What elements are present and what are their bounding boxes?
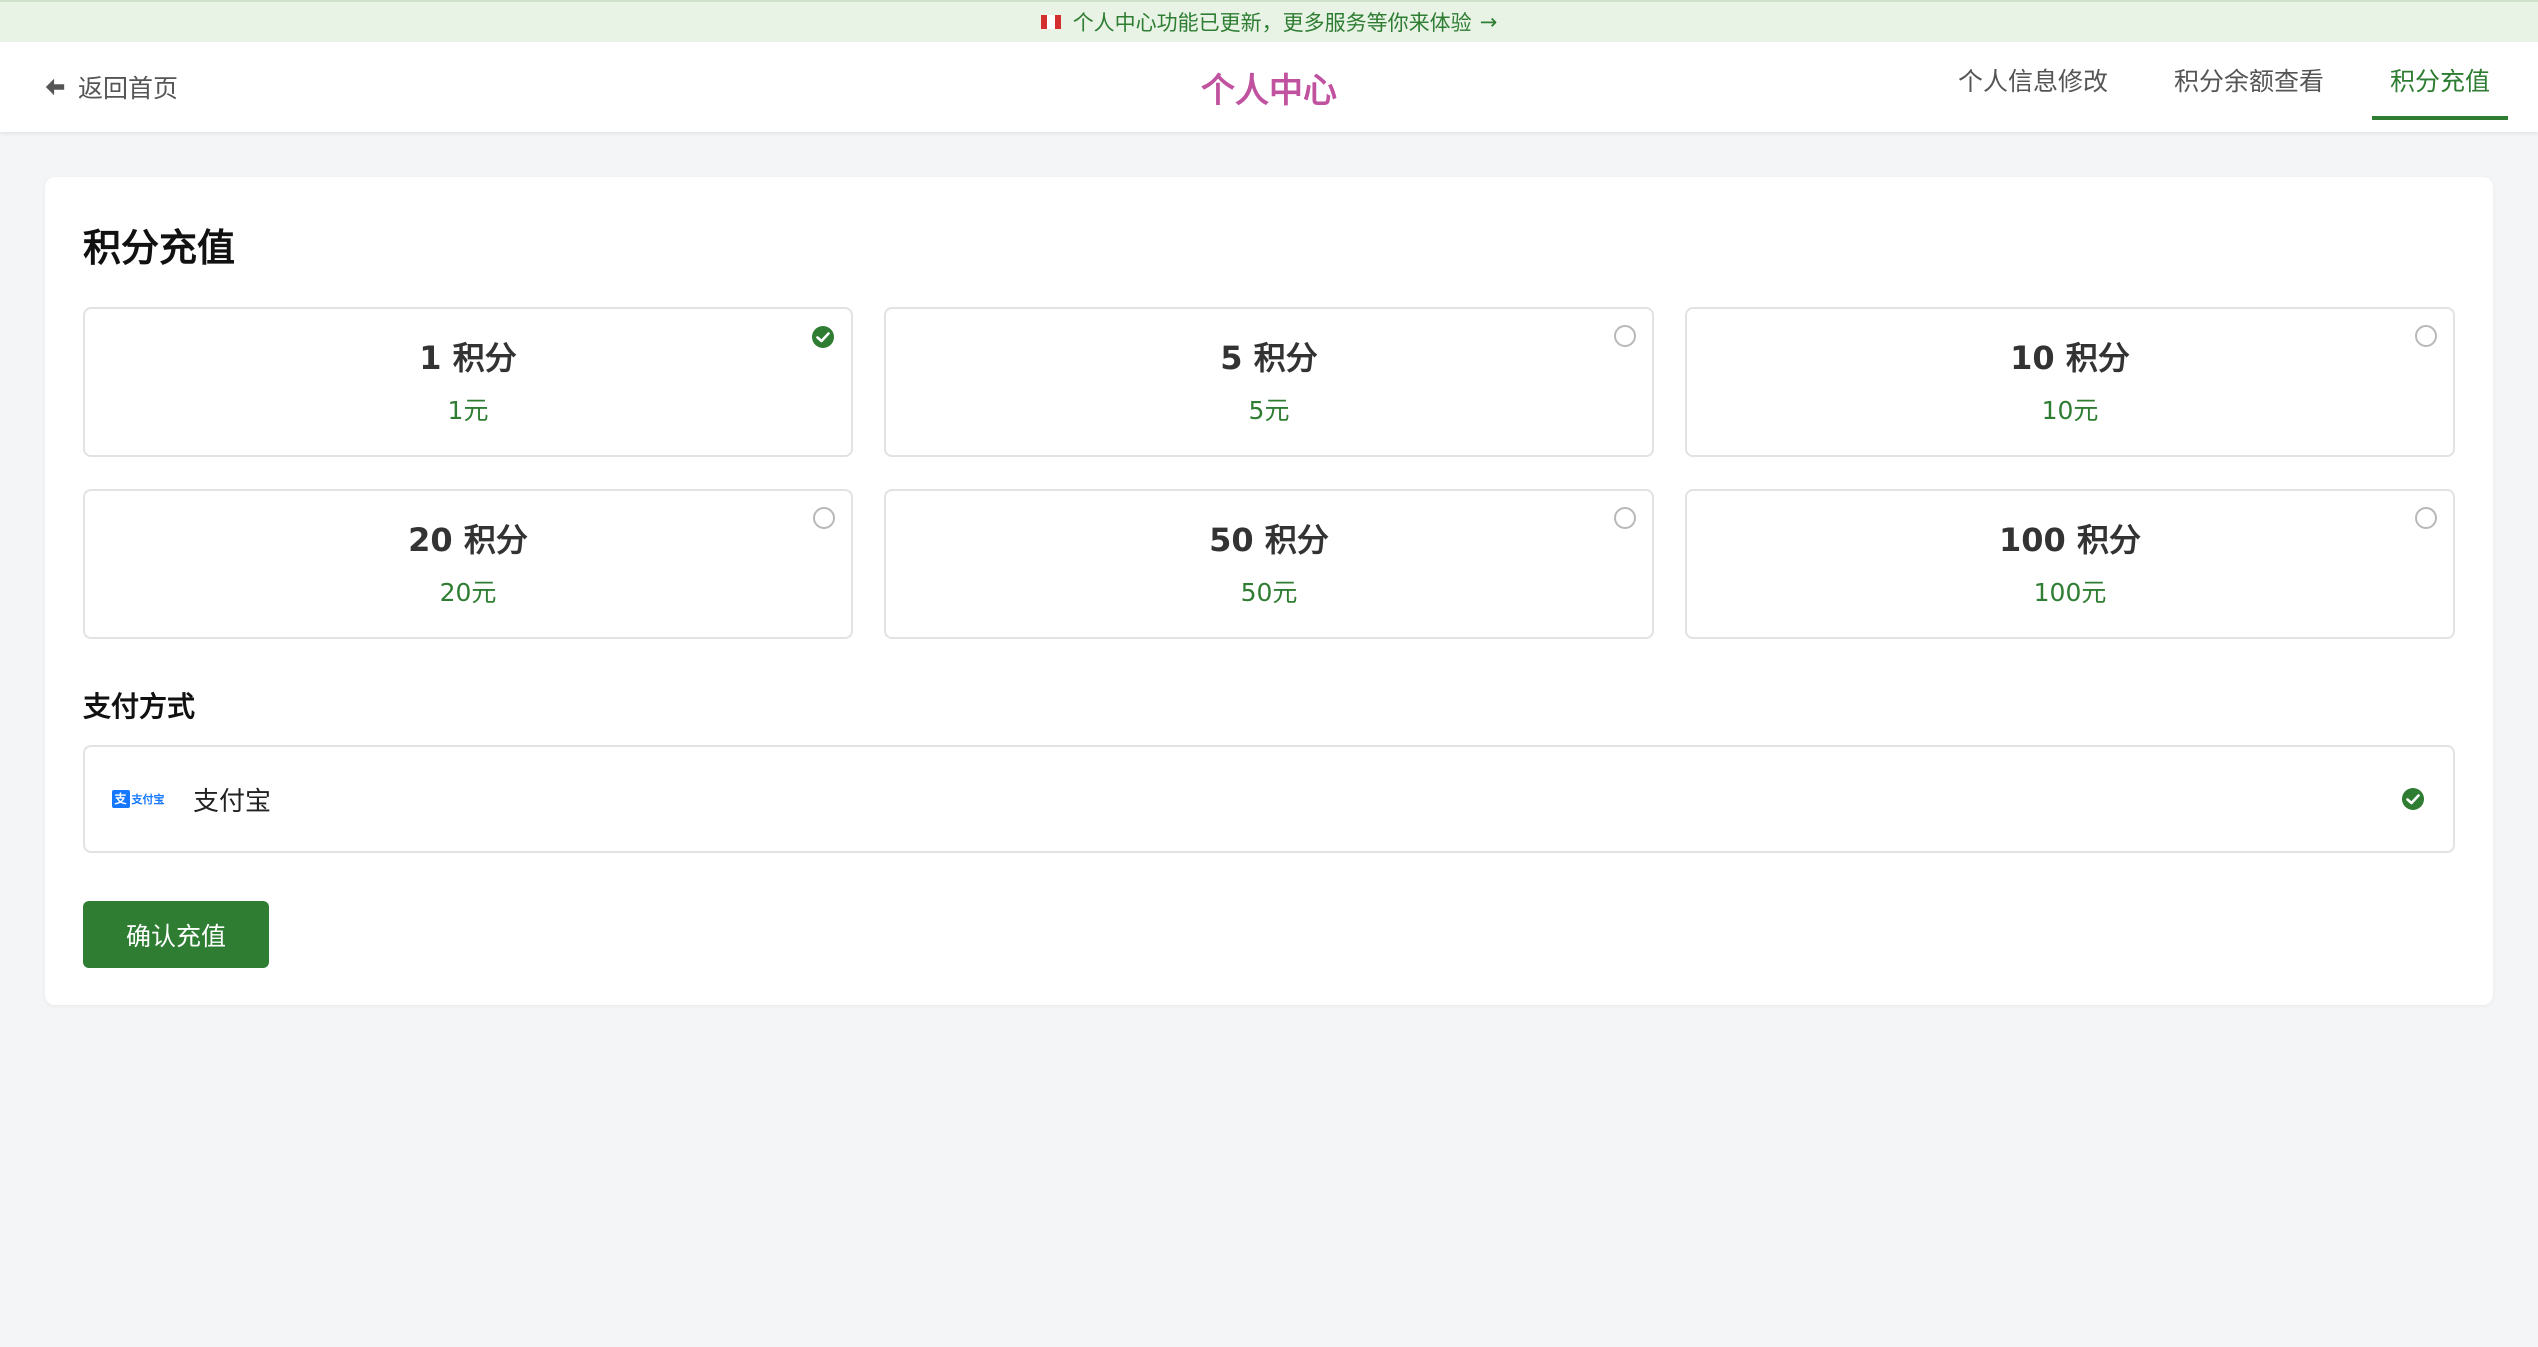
recharge-option-5[interactable]: 5 积分 5元 — [884, 307, 1654, 457]
check-circle-icon — [2402, 788, 2424, 810]
option-price: 10元 — [2041, 396, 2099, 425]
option-points: 10 积分 — [2010, 339, 2130, 377]
option-points: 100 积分 — [1999, 521, 2141, 559]
option-price: 5元 — [1248, 396, 1290, 425]
payment-method-label: 支付方式 — [83, 690, 196, 723]
payment-name: 支付宝 — [193, 786, 272, 817]
header-nav: 个人信息修改 积分余额查看 积分充值 — [1940, 42, 2508, 132]
recharge-option-10[interactable]: 10 积分 10元 — [1685, 307, 2455, 457]
option-points: 20 积分 — [408, 521, 528, 559]
flag-icon — [1040, 15, 1061, 29]
radio-icon — [813, 507, 835, 529]
recharge-card: 积分充值 1 积分 1元 5 积分 5元 10 积分 10元 20 积分 20元 — [45, 177, 2493, 1005]
option-points: 5 积分 — [1220, 339, 1318, 377]
top-header: 返回首页 个人中心 个人信息修改 积分余额查看 积分充值 — [0, 42, 2538, 132]
recharge-title: 积分充值 — [83, 226, 236, 270]
alipay-logo-mark: 支 — [111, 790, 130, 808]
recharge-option-100[interactable]: 100 积分 100元 — [1685, 489, 2455, 639]
recharge-option-20[interactable]: 20 积分 20元 — [83, 489, 853, 639]
radio-icon — [1614, 325, 1636, 347]
nav-points-balance[interactable]: 积分余额查看 — [2156, 44, 2342, 120]
recharge-option-1[interactable]: 1 积分 1元 — [83, 307, 853, 457]
radio-icon — [2415, 325, 2437, 347]
back-home-label: 返回首页 — [78, 74, 179, 103]
arrow-right-icon: → — [1479, 10, 1498, 34]
alipay-logo-text: 支付宝 — [131, 793, 165, 806]
option-points: 50 积分 — [1209, 521, 1329, 559]
arrow-left-icon — [45, 78, 65, 96]
option-points: 1 积分 — [419, 339, 517, 377]
confirm-recharge-button[interactable]: 确认充值 — [83, 901, 269, 968]
recharge-options: 1 积分 1元 5 积分 5元 10 积分 10元 20 积分 20元 50 积… — [83, 307, 2455, 639]
nav-points-recharge[interactable]: 积分充值 — [2371, 44, 2508, 120]
option-price: 1元 — [447, 396, 489, 425]
option-price: 100元 — [2033, 578, 2107, 607]
announcement-bar[interactable]: 个人中心功能已更新，更多服务等你来体验 → — [0, 0, 2538, 42]
radio-icon — [1614, 507, 1636, 529]
back-home-link[interactable]: 返回首页 — [44, 42, 178, 132]
payment-option-alipay[interactable]: 支 支付宝 支付宝 — [83, 745, 2455, 853]
check-circle-icon — [812, 326, 834, 348]
recharge-option-50[interactable]: 50 积分 50元 — [884, 489, 1654, 639]
radio-icon — [2415, 507, 2437, 529]
option-price: 50元 — [1240, 578, 1298, 607]
alipay-logo: 支 支付宝 — [109, 770, 167, 828]
announcement-text: 个人中心功能已更新，更多服务等你来体验 — [1072, 11, 1472, 35]
option-price: 20元 — [439, 578, 497, 607]
nav-profile-edit[interactable]: 个人信息修改 — [1940, 44, 2126, 120]
